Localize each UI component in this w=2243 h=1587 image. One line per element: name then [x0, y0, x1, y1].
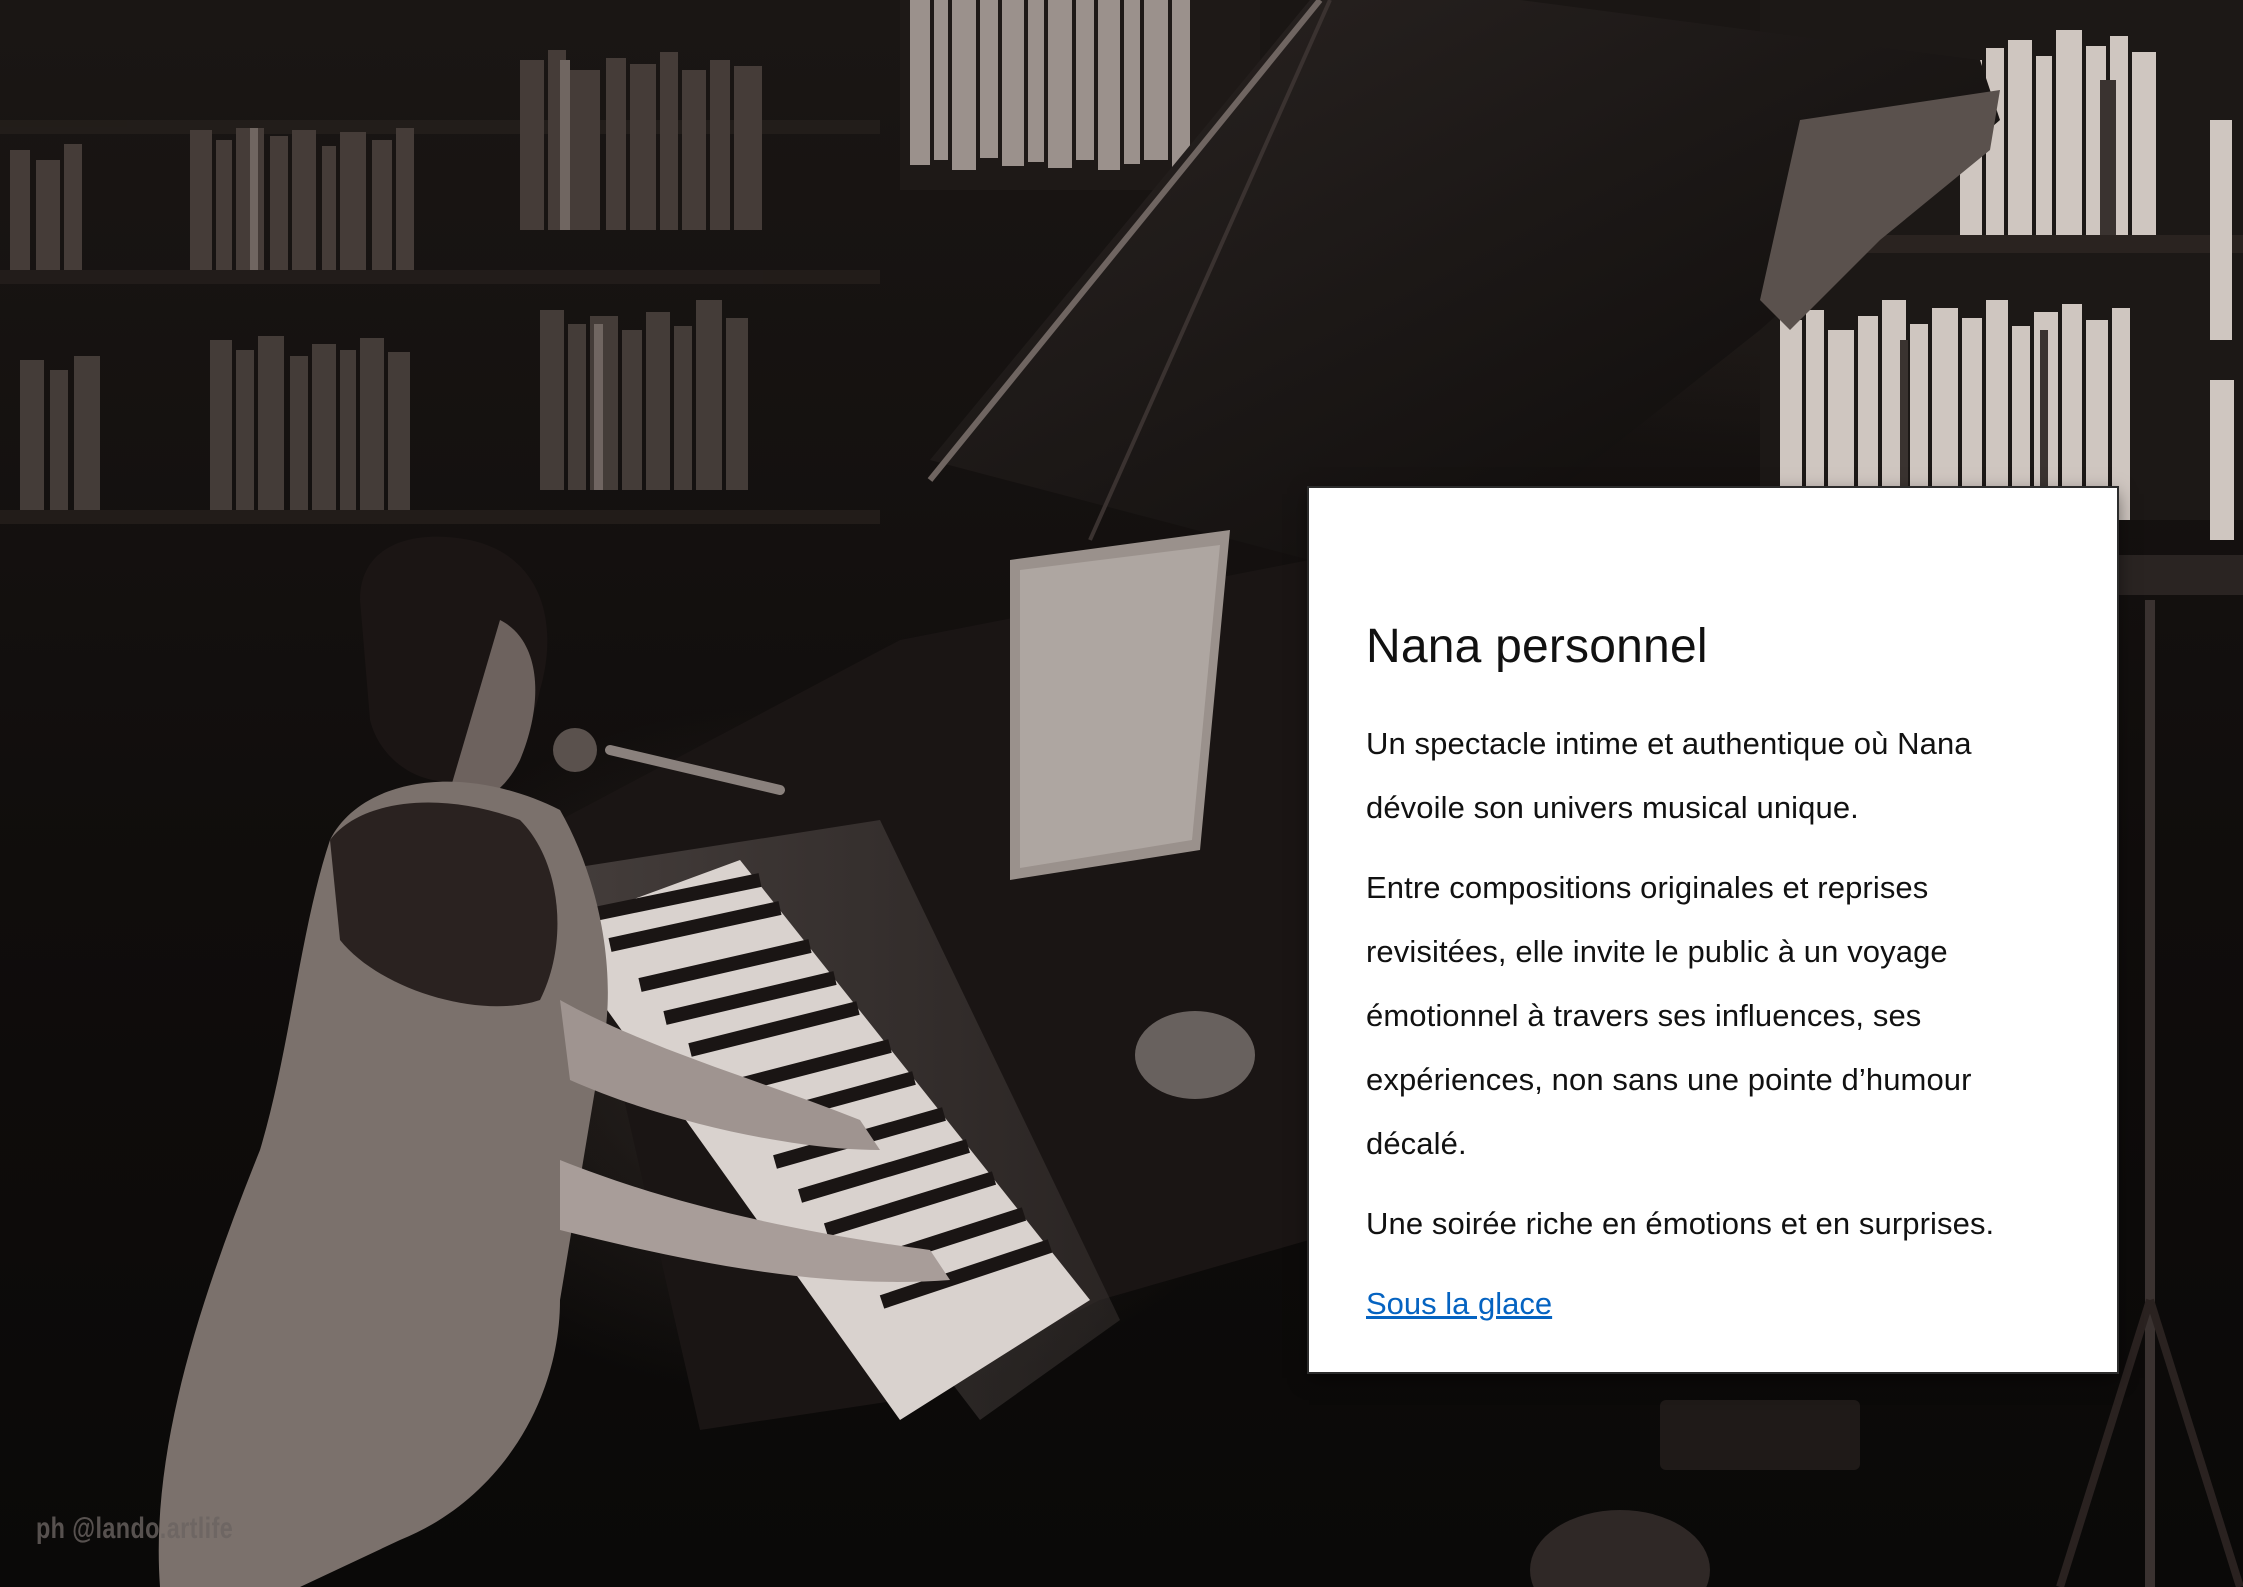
description-paragraph-2: Entre compositions originales et reprise…	[1366, 869, 1972, 1161]
bookshelf-left	[0, 50, 880, 524]
sous-la-glace-link[interactable]: Sous la glace	[1366, 1272, 1552, 1336]
show-title: Nana personnel	[1366, 620, 1708, 673]
show-info-card: Nana personnel Un spectacle intime et au…	[1309, 488, 2117, 1372]
description-paragraph-1: Un spectacle intime et authentique où Na…	[1366, 725, 1972, 825]
photo-credit-watermark: ph @lando.artlife	[36, 1512, 234, 1545]
description-paragraph-3: Une soirée riche en émotions et en surpr…	[1366, 1205, 1995, 1241]
